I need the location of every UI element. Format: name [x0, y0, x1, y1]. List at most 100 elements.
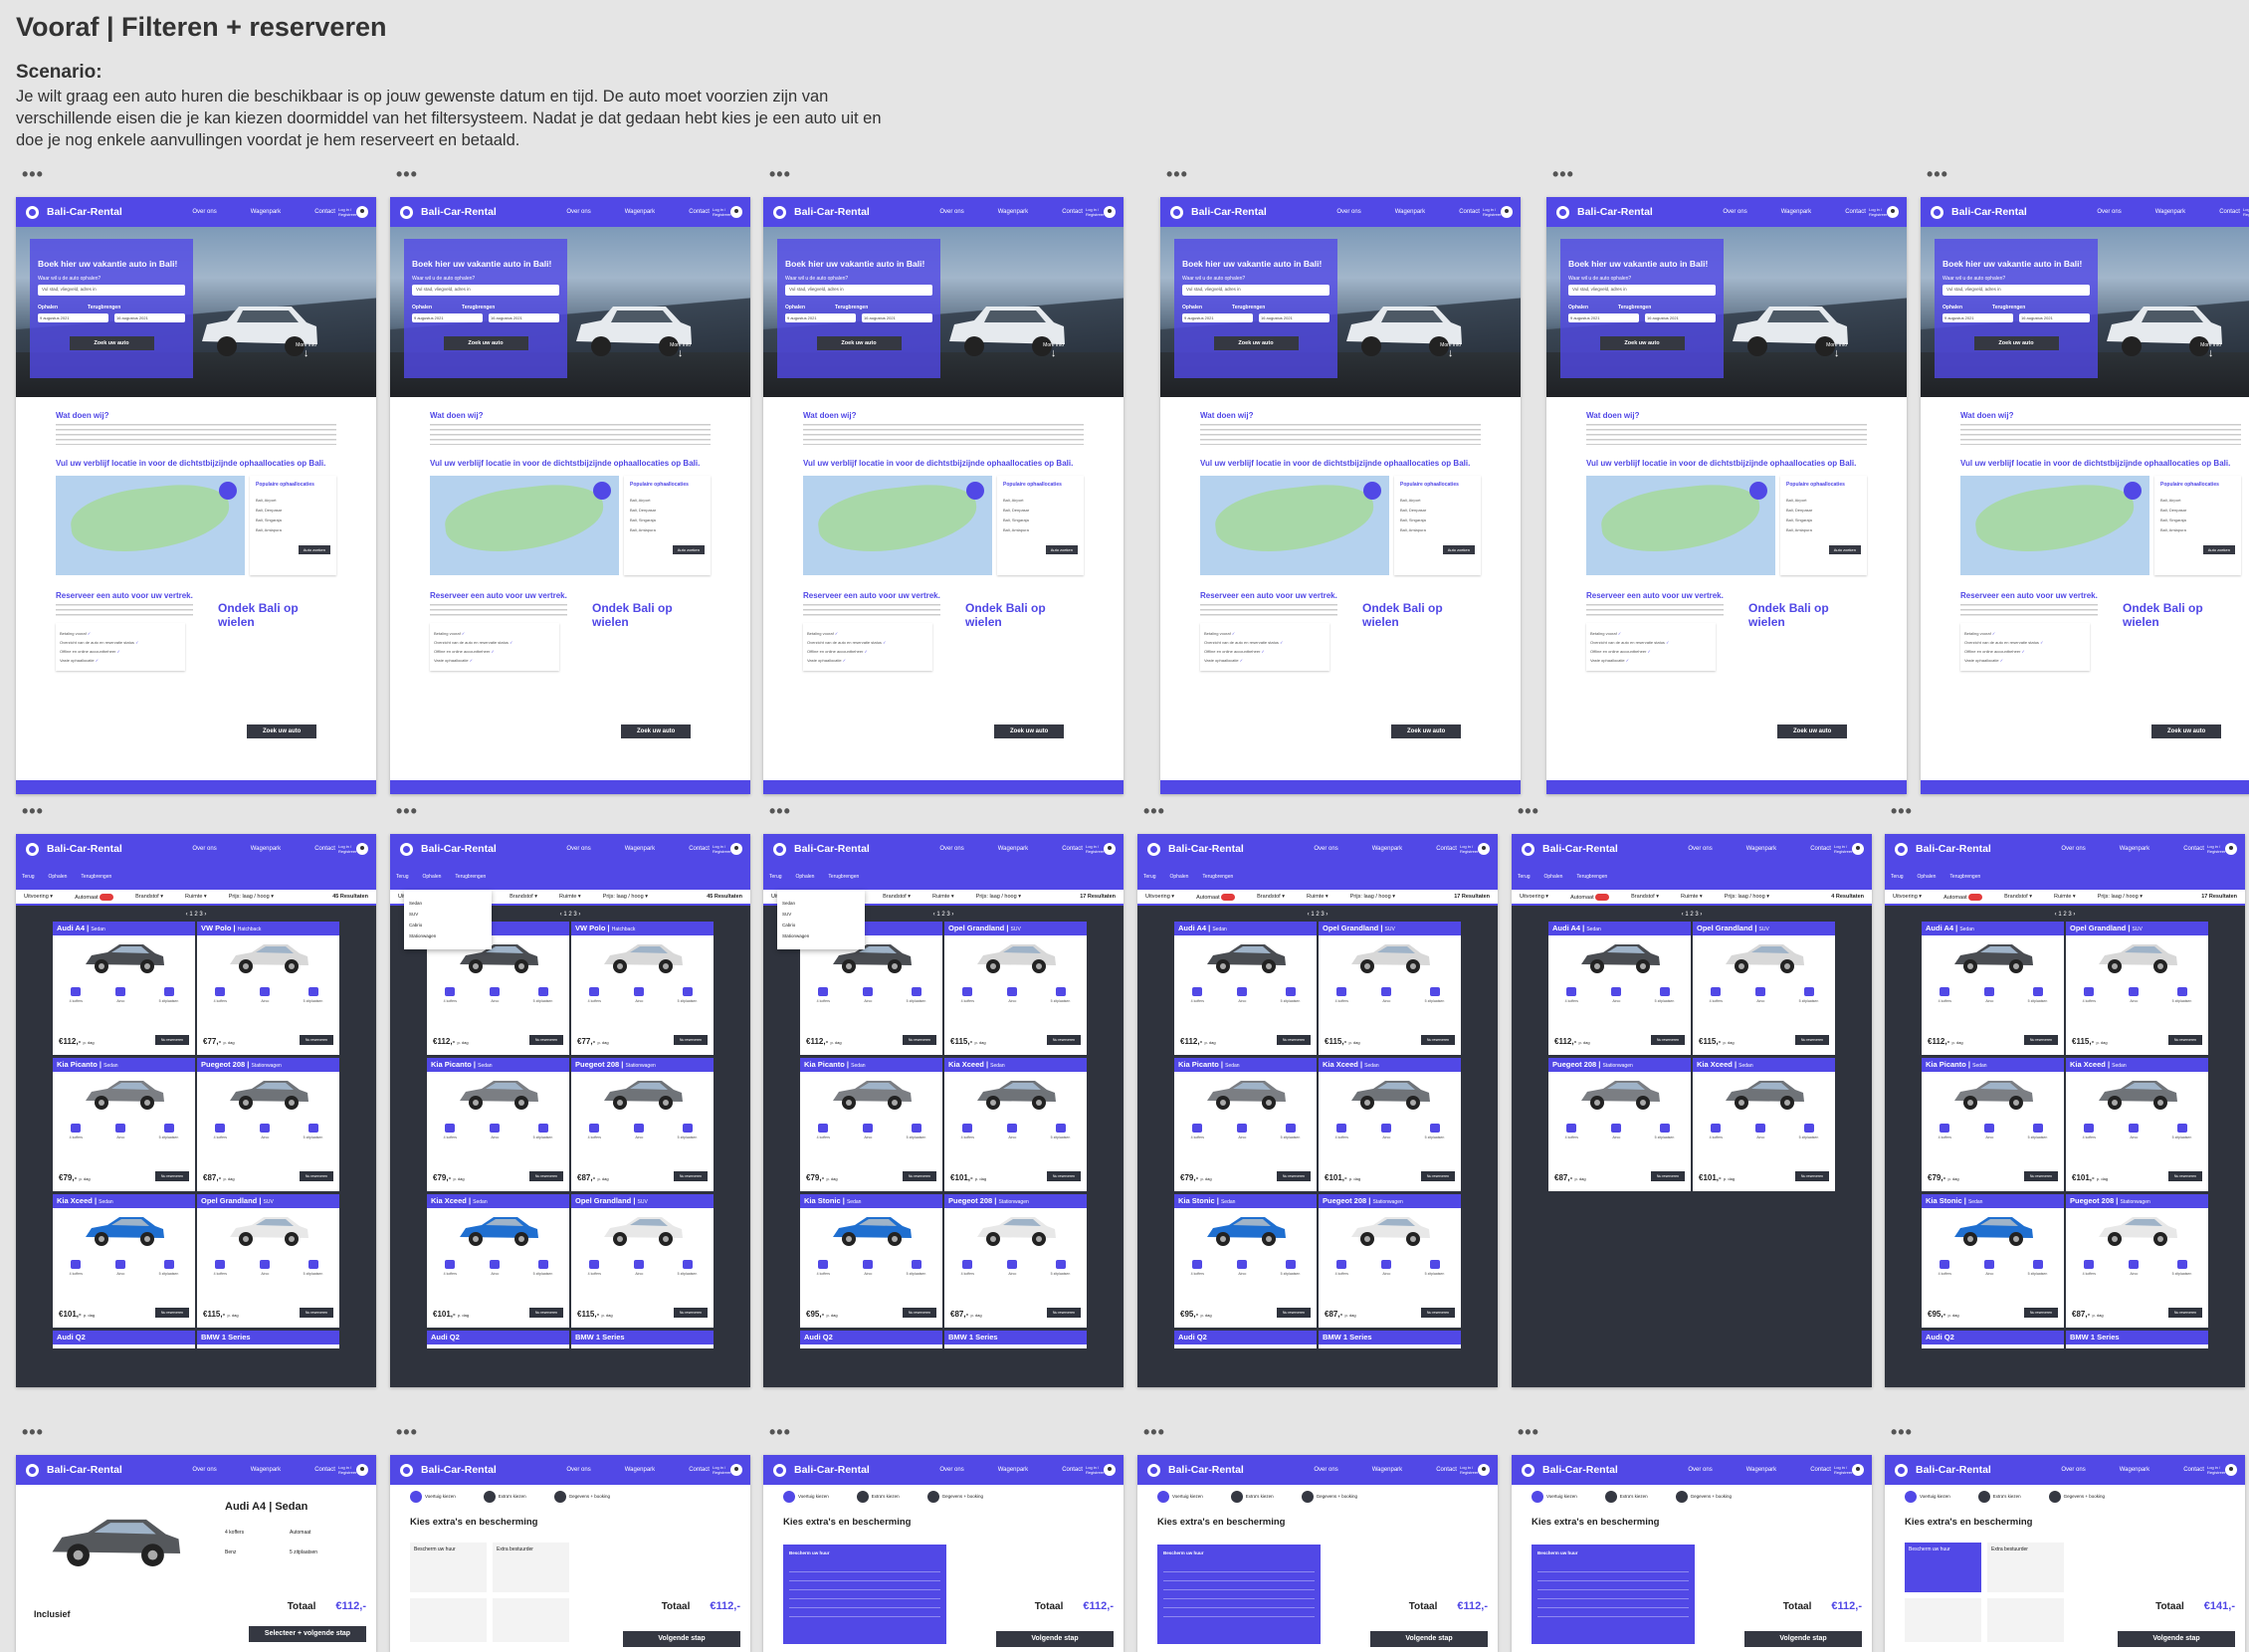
brand[interactable]: Bali-Car-Rental [1191, 206, 1267, 218]
zoek-uw-auto-button[interactable]: Zoek uw auto [621, 724, 692, 738]
location-item[interactable]: Bali, Singaraja [630, 517, 705, 522]
reserve-button[interactable]: Nu reserveren [154, 1035, 189, 1045]
reserve-button[interactable]: Nu reserveren [1046, 1035, 1081, 1045]
car-card[interactable]: Audi A4 | Sedan4 koffersAirco5 zitplaats… [53, 922, 195, 1055]
map[interactable] [1960, 476, 2149, 575]
location-item[interactable]: Bali, Singaraja [2160, 517, 2235, 522]
login-link[interactable]: Log in / Registreer [1460, 844, 1478, 854]
filter-item[interactable]: Brandstof ▾ [883, 894, 911, 900]
nav-link[interactable]: Wagenpark [251, 846, 281, 852]
nav-link[interactable]: Contact [1845, 209, 1866, 215]
nav-link[interactable]: Over ons [939, 846, 963, 852]
pagination[interactable]: ‹ 1 2 3 › [1137, 912, 1498, 918]
nav-link[interactable]: Contact [689, 1467, 710, 1473]
protection-panel[interactable]: Bescherm uw huur [783, 1545, 946, 1644]
filter-item[interactable]: Uitvoering ▾ [1893, 894, 1922, 900]
location-item[interactable]: Bali, Denpasar [1003, 508, 1078, 513]
nav-link[interactable]: Contact [1810, 846, 1831, 852]
car-card[interactable]: Kia Picanto | Sedan 4 koffers Airco 5 zitpl… [427, 1058, 569, 1191]
search-car-button[interactable]: Zoek uw auto [1599, 336, 1685, 350]
location-item[interactable]: Bali, Denpasar [2160, 508, 2235, 513]
filter-item[interactable]: Automaat [75, 893, 114, 901]
back-button[interactable]: Terug [1143, 874, 1156, 880]
filter-dropdown[interactable]: Sedan SUV Cabrio Stationwagen [777, 890, 865, 949]
nav-link[interactable]: Wagenpark [625, 209, 655, 215]
filter-item[interactable]: Ruimte ▾ [2054, 894, 2076, 900]
reserve-button[interactable]: Nu reserveren [154, 1171, 189, 1181]
login-link[interactable]: Log in / Registreer [2243, 207, 2249, 217]
brand[interactable]: Bali-Car-Rental [1916, 843, 1991, 855]
nav-link[interactable]: Over ons [939, 209, 963, 215]
user-icon[interactable] [1852, 1464, 1864, 1476]
pickup-date[interactable]: 9 augustus 2021 [785, 313, 856, 322]
back-button[interactable]: Terug [22, 874, 35, 880]
filter-item[interactable]: Ruimte ▾ [559, 894, 581, 900]
user-icon[interactable] [730, 206, 742, 218]
brand[interactable]: Bali-Car-Rental [1577, 206, 1653, 218]
frame-menu-icon[interactable]: ••• [1891, 1423, 1913, 1441]
nav-link[interactable]: Over ons [1336, 209, 1360, 215]
nav-link[interactable]: Over ons [1723, 209, 1746, 215]
return-summary[interactable]: Terugbrengen [1949, 874, 1980, 880]
toggle-switch[interactable] [1595, 893, 1610, 901]
auto-zoeken-button[interactable]: Auto zoeken [1442, 545, 1475, 554]
car-card[interactable]: Kia Stonic | Sedan 4 koffers Airco 5 zitpla… [1922, 1194, 2064, 1328]
brand[interactable]: Bali-Car-Rental [1916, 1464, 1991, 1476]
reserve-button[interactable]: Nu reserveren [902, 1035, 936, 1045]
car-card[interactable]: VW Polo | Hatchback 4 koffers Airco 5 zitpl… [571, 922, 714, 1055]
return-summary[interactable]: Terugbrengen [1202, 874, 1233, 880]
car-card[interactable]: Audi A4 | Sedan4 koffersAirco5 zitplaats… [1174, 922, 1317, 1055]
nav-link[interactable]: Over ons [192, 846, 216, 852]
login-link[interactable]: Log in / Registreer [2207, 844, 2225, 854]
user-icon[interactable] [356, 1464, 368, 1476]
car-card[interactable]: Kia Picanto | Sedan 4 koffers Airco 5 zitpl… [800, 1058, 942, 1191]
filter-item[interactable]: Prijs: laag / hoog ▾ [2098, 894, 2143, 900]
location-item[interactable]: Bali, Airport [2160, 498, 2235, 503]
dropdown-option[interactable]: Sedan [409, 901, 487, 906]
reserve-button[interactable]: Nu reserveren [1276, 1308, 1311, 1318]
brand[interactable]: Bali-Car-Rental [1542, 843, 1618, 855]
option-protection[interactable]: Bescherm uw huur [1905, 1543, 1981, 1592]
more-info[interactable]: More info ↓ [1043, 342, 1064, 359]
pagination[interactable]: ‹ 1 2 3 › [16, 912, 376, 918]
location-item[interactable]: Bali, Amlapura [1400, 527, 1475, 532]
car-card[interactable]: Kia Xceed | Sedan 4 koffers Airco 5 zitplaa… [944, 1058, 1087, 1191]
filter-item[interactable]: Ruimte ▾ [185, 894, 207, 900]
nav-link[interactable]: Over ons [2061, 846, 2085, 852]
user-icon[interactable] [1104, 1464, 1116, 1476]
back-button[interactable]: Terug [1518, 874, 1531, 880]
filter-item[interactable]: Automaat [1570, 893, 1610, 901]
location-input[interactable]: Vul stad, vliegveld, adres in [1568, 285, 1716, 296]
more-info[interactable]: More info ↓ [296, 342, 316, 359]
user-icon[interactable] [356, 206, 368, 218]
reserve-button[interactable]: Nu reserveren [1046, 1308, 1081, 1318]
nav-link[interactable]: Wagenpark [2155, 209, 2185, 215]
frame-menu-icon[interactable]: ••• [1552, 165, 1574, 183]
login-link[interactable]: Log in / Registreer [1086, 844, 1104, 854]
login-link[interactable]: Log in / Registreer [1086, 207, 1104, 217]
auto-zoeken-button[interactable]: Auto zoeken [2202, 545, 2235, 554]
reserve-button[interactable]: Nu reserveren [1650, 1035, 1685, 1045]
nav-link[interactable]: Contact [1810, 1467, 1831, 1473]
reserve-button[interactable]: Nu reserveren [673, 1171, 708, 1181]
nav-link[interactable]: Contact [1062, 1467, 1083, 1473]
brand[interactable]: Bali-Car-Rental [47, 206, 122, 218]
location-item[interactable]: Bali, Airport [256, 498, 330, 503]
return-date[interactable]: 16 augustus 2021 [489, 313, 559, 322]
location-item[interactable]: Bali, Airport [1400, 498, 1475, 503]
search-car-button[interactable]: Zoek uw auto [443, 336, 528, 350]
dropdown-option[interactable]: Stationwagen [782, 933, 860, 938]
return-date[interactable]: 16 augustus 2021 [114, 313, 185, 322]
frame-menu-icon[interactable]: ••• [1518, 802, 1539, 820]
user-icon[interactable] [2225, 843, 2237, 855]
filter-item[interactable]: Prijs: laag / hoog ▾ [1350, 894, 1395, 900]
return-summary[interactable]: Terugbrengen [81, 874, 111, 880]
user-icon[interactable] [1887, 206, 1899, 218]
return-date[interactable]: 16 augustus 2021 [1645, 313, 1716, 322]
reserve-button[interactable]: Nu reserveren [902, 1171, 936, 1181]
location-input[interactable]: Vul stad, vliegveld, adres in [38, 285, 185, 296]
search-car-button[interactable]: Zoek uw auto [1973, 336, 2059, 350]
reserve-button[interactable]: Nu reserveren [299, 1308, 333, 1318]
auto-zoeken-button[interactable]: Auto zoeken [1045, 545, 1078, 554]
location-input[interactable]: Vul stad, vliegveld, adres in [412, 285, 559, 296]
